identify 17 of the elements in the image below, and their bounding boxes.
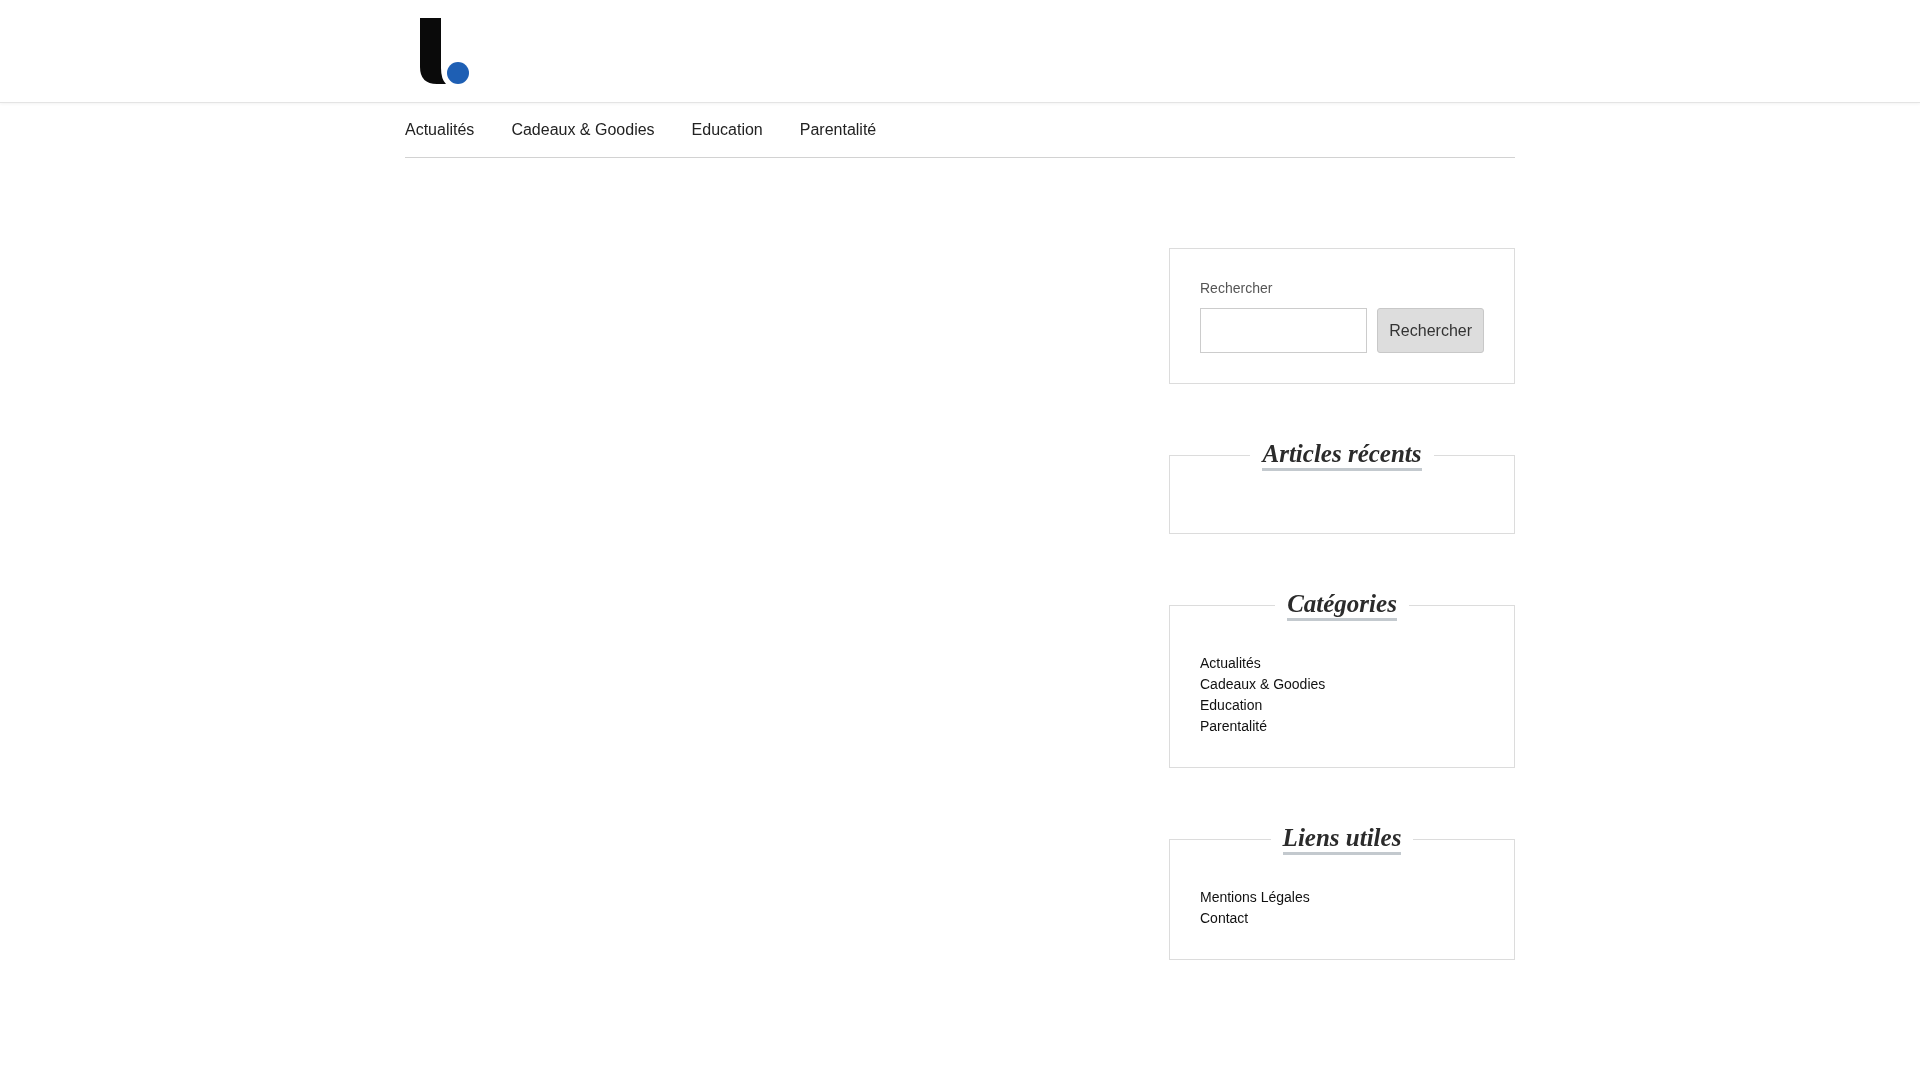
sidebar-link[interactable]: Cadeaux & Goodies	[1200, 674, 1326, 695]
nav-link[interactable]: Cadeaux & Goodies	[511, 121, 655, 139]
widget-title: Catégories	[1287, 590, 1397, 621]
widget-title: Liens utiles	[1282, 824, 1402, 855]
search-field[interactable]	[1200, 308, 1368, 353]
sidebar-link[interactable]: Contact	[1200, 908, 1249, 929]
search-label: Rechercher	[1200, 279, 1274, 298]
sidebar-link[interactable]: Parentalité	[1200, 716, 1267, 737]
logo-icon[interactable]	[420, 18, 469, 84]
sidebar-link[interactable]: Mentions Légales	[1200, 887, 1310, 908]
sidebar-link[interactable]: Actualités	[1200, 653, 1261, 674]
nav-link[interactable]: Parentalité	[799, 121, 877, 139]
nav-link[interactable]: Actualités	[405, 121, 475, 139]
search-button[interactable]: Rechercher	[1377, 308, 1484, 353]
nav-link[interactable]: Education	[691, 121, 763, 139]
sidebar-link[interactable]: Education	[1200, 695, 1263, 716]
widget-title: Articles récents	[1262, 440, 1422, 471]
